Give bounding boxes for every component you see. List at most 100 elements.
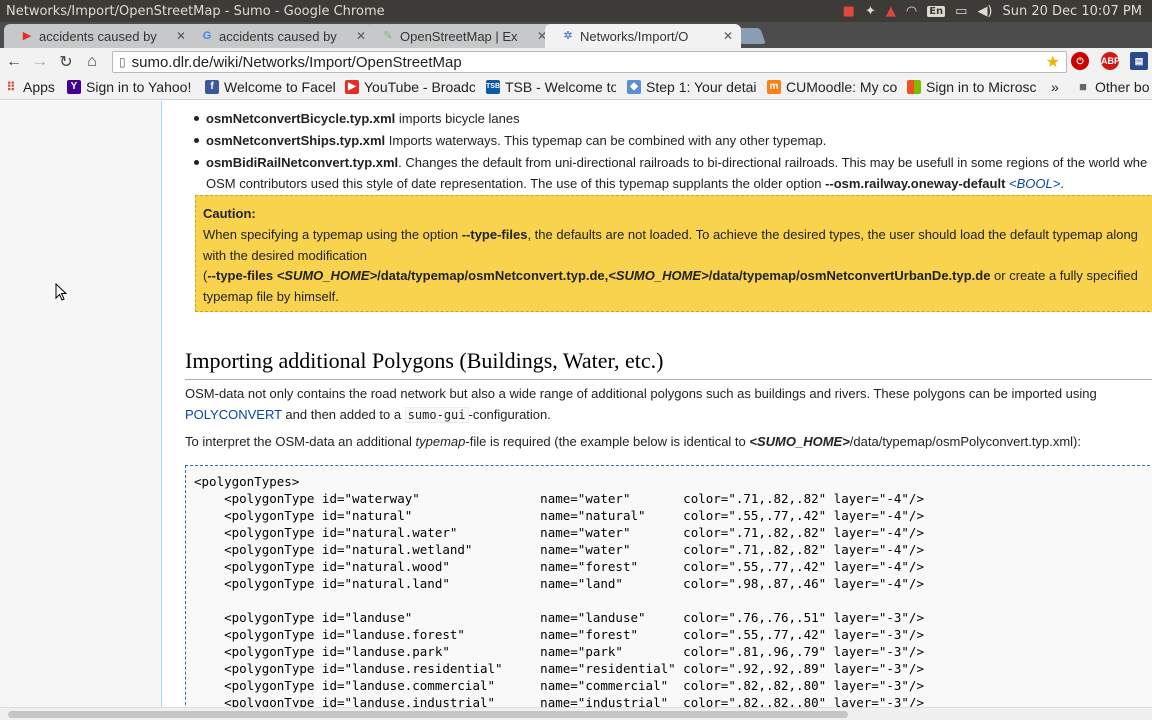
tab-4-active[interactable]: ✲ Networks/Import/O ✕	[545, 24, 741, 48]
code-line: <polygonType id="natural.land" name="lan…	[194, 576, 924, 591]
tab-1[interactable]: ▶ accidents caused by ✕	[4, 24, 194, 48]
volume-icon[interactable]: ◀)	[977, 4, 992, 19]
system-tray: ■ ✦ ▲ ◠ En ▭ ◀) Sun 20 Dec 10:07 PM	[843, 4, 1152, 19]
section-heading: Importing additional Polygons (Buildings…	[185, 348, 664, 373]
bookmark-facebook[interactable]: f Welcome to Facel	[205, 79, 335, 95]
bookmark-step1[interactable]: ◆ Step 1: Your detai	[627, 79, 757, 95]
bookmark-label: YouTube - Broadc	[364, 79, 475, 95]
reload-icon[interactable]: ↻	[53, 52, 79, 72]
bookmark-star-icon[interactable]: ★	[1046, 52, 1060, 72]
path-text: /data/typemap/osmNetconvert.typ.de,	[377, 268, 609, 283]
camera-icon[interactable]: ■	[843, 4, 855, 19]
facebook-icon: f	[205, 80, 219, 94]
emphasis: typemap	[415, 434, 466, 449]
bookmark-label: CUMoodle: My co	[786, 79, 897, 95]
caution-text: , the defaults are not loaded. To achiev…	[527, 227, 1138, 242]
tab-label: accidents caused by	[39, 28, 157, 44]
paragraph-text: -file is required (the example below is …	[465, 434, 750, 449]
step-icon: ◆	[627, 80, 641, 94]
code-line: <polygonType id="landuse.residential" na…	[194, 661, 924, 676]
file-name: osmNetconvertShips.typ.xml	[206, 133, 386, 148]
warning-icon[interactable]: ▲	[886, 4, 896, 19]
page-icon: ▯	[119, 55, 126, 69]
code-line: <polygonType id="landuse.forest" name="f…	[194, 627, 924, 642]
close-icon[interactable]: ✕	[723, 29, 733, 43]
caution-box: Caution: When specifying a typemap using…	[195, 195, 1152, 312]
scrollbar-thumb[interactable]	[8, 711, 848, 718]
bullet-text: Imports waterways. This typemap can be c…	[385, 133, 827, 148]
apps-grid-icon: ⠿	[6, 80, 16, 94]
wiki-sidebar	[0, 101, 162, 707]
youtube-icon: ▶	[22, 30, 32, 42]
sumo-home: <SUMO_HOME>	[608, 268, 709, 283]
back-icon[interactable]: ←	[1, 53, 27, 71]
forward-icon[interactable]: →	[27, 53, 53, 71]
bookmark-label: Welcome to Facel	[224, 79, 335, 95]
bookmark-other[interactable]: ■ Other bo	[1076, 79, 1149, 95]
bookmark-apps[interactable]: ⠿ Apps	[4, 79, 55, 95]
bullet	[194, 138, 199, 143]
caution-line-2: with the desired modification	[203, 248, 368, 263]
keyboard-layout[interactable]: En	[927, 5, 946, 17]
address-bar[interactable]: ▯ sumo.dlr.de/wiki/Networks/Import/OpenS…	[112, 51, 1067, 73]
home-icon[interactable]: ⌂	[79, 53, 105, 71]
bullet	[194, 160, 199, 165]
bookmark-label: Sign in to Microsc	[926, 79, 1037, 95]
tab-2[interactable]: G accidents caused by ✕	[184, 24, 374, 48]
extension-stop-icon[interactable]: ⏻	[1071, 52, 1089, 70]
page-content: osmNetconvertBicycle.typ.xml imports bic…	[163, 101, 1152, 707]
file-name: osmBidiRailNetconvert.typ.xml	[206, 155, 399, 170]
caution-text: When specifying a typemap using the opti…	[203, 227, 462, 242]
google-icon: G	[202, 30, 212, 42]
youtube-icon: ▶	[345, 80, 359, 94]
bullet-text: imports bicycle lanes	[395, 111, 520, 126]
code-block: <polygonTypes> <polygonType id="waterway…	[185, 465, 1152, 707]
bool-link[interactable]: <BOOL>	[1005, 176, 1060, 191]
bookmark-label: Other bo	[1095, 79, 1150, 95]
paragraph-text: and then added to a	[281, 407, 405, 422]
code-line: <polygonType id="landuse.industrial" nam…	[194, 695, 924, 707]
browser-toolbar: ← → ↻ ⌂ ▯ sumo.dlr.de/wiki/Networks/Impo…	[0, 48, 1152, 76]
adblock-icon[interactable]: ABP	[1101, 52, 1120, 70]
bookmark-microsoft[interactable]: Sign in to Microsc	[907, 79, 1039, 95]
bookmark-label: Apps	[23, 79, 55, 95]
tab-3[interactable]: ✎ OpenStreetMap | Ex ✕	[365, 24, 555, 48]
bookmark-label: Step 1: Your detai	[646, 79, 757, 95]
moodle-icon: m	[767, 80, 781, 94]
bookmark-label: TSB - Welcome to	[505, 79, 616, 95]
tab-label: accidents caused by	[219, 28, 337, 44]
paragraph-1-line-2: POLYCONVERT and then added to a sumo-gui…	[185, 407, 551, 423]
osm-icon: ✎	[383, 30, 393, 42]
battery-icon[interactable]: ▭	[955, 4, 967, 19]
heading-rule	[185, 379, 1152, 380]
horizontal-scrollbar[interactable]	[0, 707, 1152, 720]
bullet-bicycle: osmNetconvertBicycle.typ.xml imports bic…	[206, 111, 520, 126]
extension-doc-icon[interactable]: ▤	[1130, 52, 1148, 70]
paragraph-2: To interpret the OSM-data an additional …	[185, 434, 1081, 449]
caution-line-4: typemap file by himself.	[203, 289, 339, 304]
code-line: <polygonType id="landuse.commercial" nam…	[194, 678, 924, 693]
clock[interactable]: Sun 20 Dec 10:07 PM	[1003, 4, 1142, 19]
dropbox-icon[interactable]: ✦	[865, 4, 876, 19]
bookmark-yahoo[interactable]: Y Sign in to Yahoo!	[67, 79, 197, 95]
bullet-bidi-rail: osmBidiRailNetconvert.typ.xml. Changes t…	[206, 155, 1147, 170]
bookmark-youtube[interactable]: ▶ YouTube - Broadc	[345, 79, 475, 95]
bookmarks-more-button[interactable]: »	[1051, 79, 1059, 95]
inline-code: sumo-gui	[404, 407, 469, 423]
bookmark-tsb[interactable]: TSB TSB - Welcome to	[486, 79, 616, 95]
url-text: sumo.dlr.de/wiki/Networks/Import/OpenStr…	[131, 53, 462, 71]
polyconvert-link[interactable]: POLYCONVERT	[185, 407, 282, 422]
wifi-icon[interactable]: ◠	[906, 4, 917, 19]
bookmark-cumoodle[interactable]: m CUMoodle: My co	[767, 79, 897, 95]
code-line: <polygonType id="landuse.park" name="par…	[194, 644, 924, 659]
code-line: <polygonType id="natural.wetland" name="…	[194, 542, 924, 557]
code-line: <polygonTypes>	[194, 474, 300, 489]
os-top-bar: Networks/Import/OpenStreetMap - Sumo - G…	[0, 0, 1152, 22]
paragraph-text: -configuration.	[468, 407, 551, 422]
option-name: --osm.railway.oneway-default	[825, 176, 1006, 191]
bullet-bidi-rail-line2: OSM contributors used this style of date…	[206, 176, 1064, 191]
window-title: Networks/Import/OpenStreetMap - Sumo - G…	[6, 3, 385, 19]
paragraph-text: To interpret the OSM-data an additional	[185, 434, 416, 449]
sumo-home: <SUMO_HOME>	[749, 434, 850, 449]
sumo-home: <SUMO_HOME>	[276, 268, 378, 283]
